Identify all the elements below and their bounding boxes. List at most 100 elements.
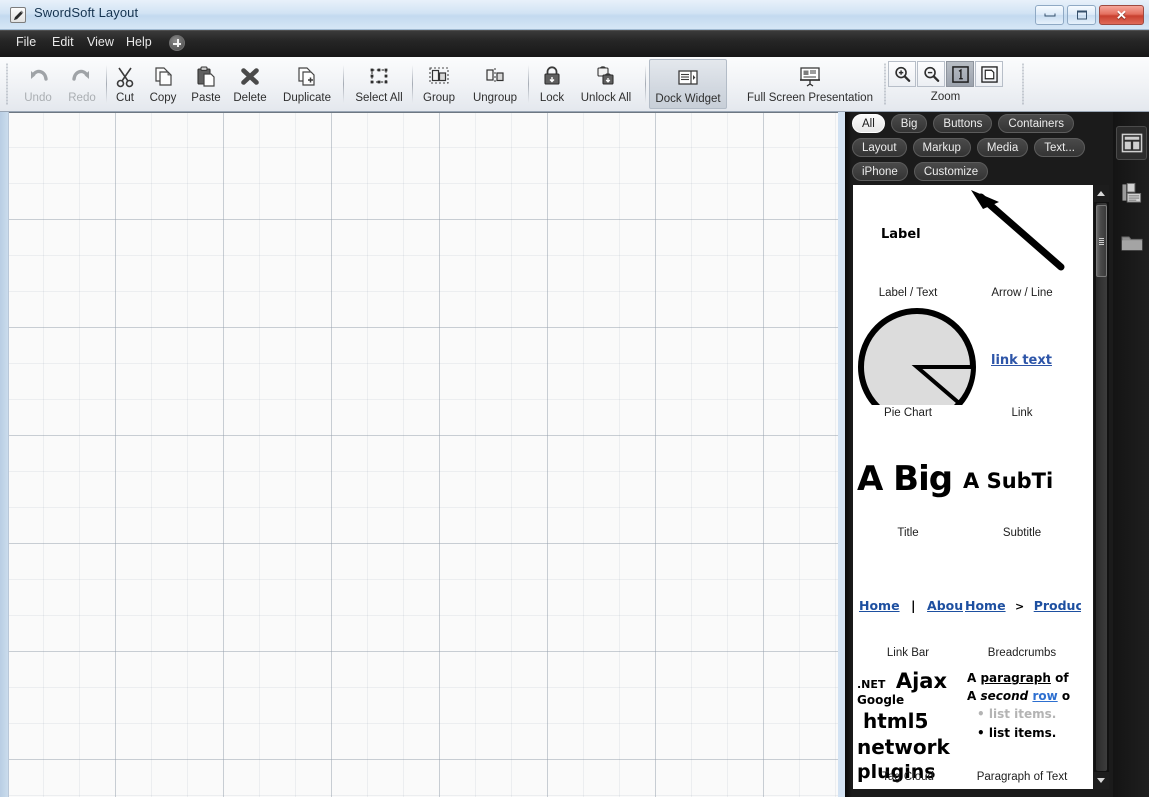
toolbar-separator — [412, 65, 413, 103]
widget-caption: Arrow / Line — [991, 287, 1053, 299]
widget-item-link-bar[interactable]: Home | Abou Link Bar — [853, 545, 963, 665]
unlock-all-icon — [593, 65, 619, 89]
toolbar-ungroup[interactable]: Ungroup — [468, 59, 522, 109]
widget-item-arrow-line[interactable]: Arrow / Line — [963, 185, 1081, 305]
toolbar-group[interactable]: Group — [418, 59, 460, 109]
widgets-library-icon — [1121, 133, 1142, 153]
zoom-out-button[interactable] — [917, 61, 945, 87]
dock-widget-icon — [675, 66, 701, 90]
canvas-left-gutter — [0, 112, 8, 797]
filter-chip-all[interactable]: All — [852, 114, 885, 133]
toolbar-paste[interactable]: Paste — [186, 59, 226, 109]
zoom-group: Zoom — [888, 61, 1003, 103]
scroll-down-button[interactable] — [1094, 772, 1109, 789]
toolbar-copy[interactable]: Copy — [144, 59, 182, 109]
widget-filter-row: iPhone Customize — [852, 162, 1104, 181]
toolbar-unlock-all[interactable]: Unlock All — [573, 59, 639, 109]
widget-gallery[interactable]: Label Label / Text Arrow / Line Pie Char… — [853, 185, 1093, 789]
widget-filter-row: All Big Buttons Containers — [852, 114, 1104, 133]
widget-library-panel: All Big Buttons Containers Layout Markup… — [845, 112, 1149, 797]
magnifier-minus-icon — [924, 66, 940, 82]
widget-item-tag-cloud[interactable]: .NET Ajax Google html5 network plugins p… — [853, 665, 963, 789]
minimize-button[interactable] — [1035, 5, 1064, 25]
padlock-icon — [539, 65, 565, 89]
maximize-button[interactable] — [1067, 5, 1096, 25]
scrollbar-track[interactable] — [1096, 203, 1107, 771]
widget-caption: Breadcrumbs — [987, 647, 1057, 659]
rail-button-pages[interactable] — [1116, 176, 1147, 210]
breadcrumb-products: Produc — [1033, 598, 1081, 613]
link-bar-separator: | — [911, 598, 916, 613]
undo-arrow-icon — [25, 65, 51, 89]
menu-view[interactable]: View — [87, 35, 114, 49]
paragraph-list-item-1: • list items. — [977, 707, 1057, 721]
widget-sample-subtitle: A SubTi — [963, 469, 1054, 493]
tag-ajax: Ajax — [895, 669, 948, 693]
widget-gallery-scrollbar[interactable] — [1094, 185, 1109, 789]
toolbar-redo[interactable]: Redo — [60, 59, 104, 109]
toolbar-copy-label: Copy — [149, 92, 177, 104]
paragraph-list-item-2: • list items. — [977, 726, 1057, 740]
toolbar-dock-widget[interactable]: Dock Widget — [649, 59, 727, 109]
toolbar-undo[interactable]: Undo — [16, 59, 60, 109]
toolbar-lock[interactable]: Lock — [534, 59, 570, 109]
widget-filter-row: Layout Markup Media Text... — [852, 138, 1104, 157]
new-tab-button[interactable] — [169, 35, 185, 51]
toolbar-separator — [528, 65, 529, 103]
widget-item-paragraph-of-text[interactable]: A paragraph of A second row o • list ite… — [963, 665, 1081, 789]
widget-caption: Link Bar — [886, 647, 930, 659]
widget-caption: Tag Cloud — [882, 771, 934, 783]
toolbar-full-screen-presentation[interactable]: Full Screen Presentation — [731, 59, 889, 109]
widget-caption: Link — [1011, 407, 1033, 419]
group-icon — [426, 65, 452, 89]
filter-chip-big[interactable]: Big — [890, 114, 928, 133]
scroll-up-button[interactable] — [1094, 185, 1109, 202]
paragraph-line-2: A second row o — [967, 689, 1071, 703]
filter-chip-iphone[interactable]: iPhone — [852, 162, 908, 181]
filter-chip-media[interactable]: Media — [976, 138, 1029, 157]
filter-chip-markup[interactable]: Markup — [912, 138, 971, 157]
main-toolbar: Undo Redo Cut Copy Paste Delete Duplicat… — [0, 57, 1149, 148]
toolbar-delete[interactable]: Delete — [228, 59, 272, 109]
widget-sample-label: Label — [881, 227, 921, 242]
pen-icon — [13, 10, 24, 21]
menu-edit[interactable]: Edit — [52, 35, 74, 49]
rail-button-widgets[interactable] — [1116, 126, 1147, 160]
filter-chip-layout[interactable]: Layout — [852, 138, 907, 157]
filter-chip-text[interactable]: Text... — [1034, 138, 1085, 157]
tag-prese: prese — [863, 786, 898, 789]
minimize-icon — [1044, 13, 1055, 17]
design-canvas[interactable] — [8, 112, 838, 797]
title-bar: SwordSoft Layout ✕ — [0, 0, 1149, 30]
toolbar-separator — [106, 65, 107, 103]
widget-item-title[interactable]: A Big Title — [853, 425, 963, 545]
zoom-actual-size-button[interactable] — [946, 61, 974, 87]
toolbar-lock-label: Lock — [539, 92, 565, 104]
toolbar-select-all[interactable]: Select All — [349, 59, 409, 109]
scroll-down-arrow-icon — [1097, 778, 1105, 783]
menu-file[interactable]: File — [16, 35, 36, 49]
toolbar-duplicate[interactable]: Duplicate — [277, 59, 337, 109]
filter-chip-buttons[interactable]: Buttons — [933, 114, 993, 133]
widget-sample-link-bar: Home | Abou — [859, 597, 963, 615]
widget-item-subtitle[interactable]: A SubTi Subtitle — [963, 425, 1081, 545]
zoom-fit-page-button[interactable] — [975, 61, 1003, 87]
clipboard-icon — [193, 65, 219, 89]
widget-sample-link: link text — [991, 353, 1052, 368]
toolbar-cut[interactable]: Cut — [110, 59, 140, 109]
app-icon — [10, 7, 26, 23]
widget-item-pie-chart[interactable]: Pie Chart — [853, 305, 976, 425]
zoom-in-button[interactable] — [888, 61, 916, 87]
filter-chip-containers[interactable]: Containers — [998, 114, 1075, 133]
widget-item-link[interactable]: link text Link — [963, 305, 1081, 425]
widget-item-label-text[interactable]: Label Label / Text — [853, 185, 963, 305]
menu-help[interactable]: Help — [126, 35, 152, 49]
widget-item-breadcrumbs[interactable]: Home > Produc Breadcrumbs — [963, 545, 1081, 665]
scroll-up-arrow-icon — [1097, 191, 1105, 196]
link-bar-about: Abou — [927, 598, 963, 613]
scrollbar-thumb[interactable] — [1096, 205, 1107, 277]
toolbar-group-label: Group — [423, 92, 455, 104]
close-button[interactable]: ✕ — [1099, 5, 1144, 25]
rail-button-folder[interactable] — [1116, 226, 1147, 260]
filter-chip-customize[interactable]: Customize — [913, 162, 989, 181]
